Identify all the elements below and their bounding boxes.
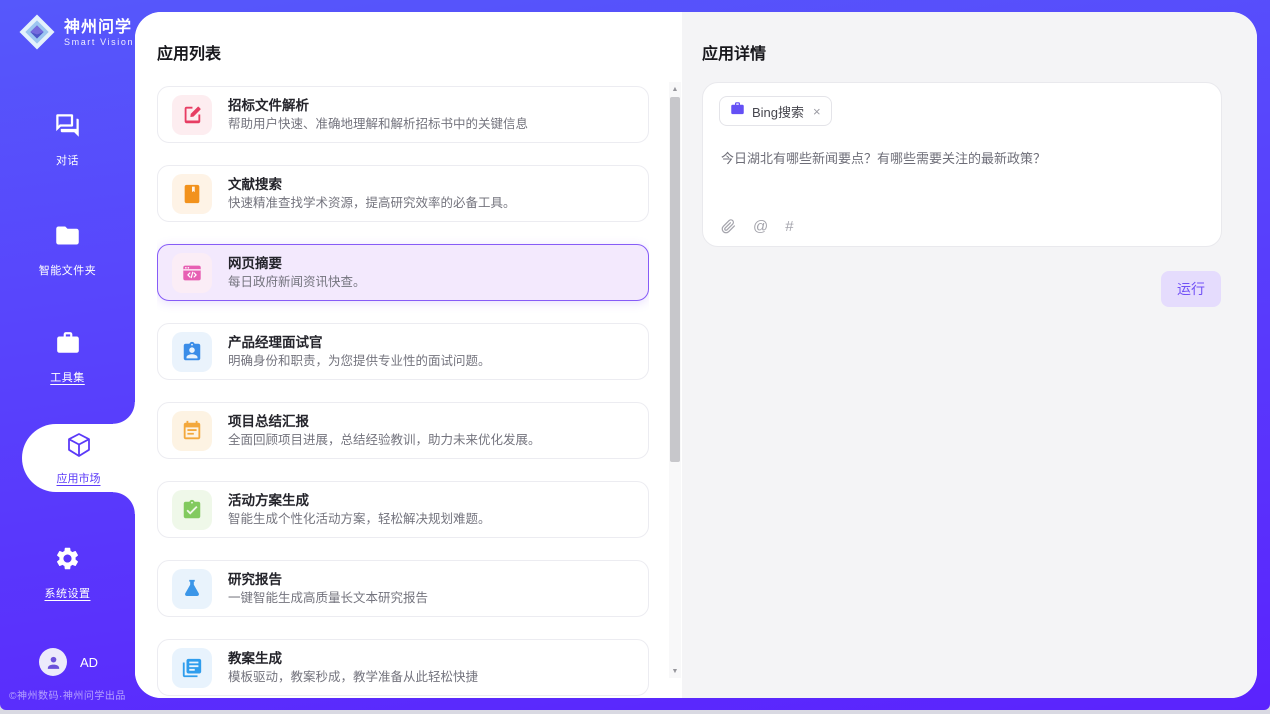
chat-icon — [54, 112, 81, 144]
cube-icon — [65, 431, 93, 464]
sidebar-item-label: 工具集 — [50, 369, 85, 385]
person-doc-icon — [172, 332, 212, 372]
app-card-description: 帮助用户快速、准确地理解和解析招标书中的关键信息 — [228, 117, 528, 131]
browser-code-icon — [172, 253, 212, 293]
app-card-description: 模板驱动，教案秒成，教学准备从此轻松快捷 — [228, 670, 478, 684]
app-card-title: 活动方案生成 — [228, 493, 491, 508]
paperclip-icon[interactable] — [721, 219, 736, 234]
logo-diamond-icon — [17, 12, 57, 52]
tool-tag-bing-search[interactable]: Bing搜索 × — [719, 96, 832, 126]
tag-close-icon[interactable]: × — [813, 104, 821, 119]
books-icon — [172, 648, 212, 688]
prompt-card: Bing搜索 × 今日湖北有哪些新闻要点？有哪些需要关注的最新政策？ @ # — [702, 82, 1222, 247]
app-card-title: 文献搜索 — [228, 177, 516, 192]
app-card[interactable]: 文献搜索快速精准查找学术资源，提高研究效率的必备工具。 — [157, 165, 649, 222]
logo: 神州问学 Smart Vision — [17, 12, 134, 52]
logo-title: 神州问学 — [64, 18, 134, 37]
app-card-description: 全面回顾项目进展，总结经验教训，助力未来优化发展。 — [228, 433, 541, 447]
sidebar-item-label: 对话 — [56, 152, 79, 168]
scroll-up-button[interactable]: ▲ — [669, 82, 681, 96]
app-card-title: 研究报告 — [228, 572, 428, 587]
app-frame: 神州问学 Smart Vision 对话智能文件夹工具集应用市场系统设置 AD … — [0, 0, 1270, 710]
app-card-description: 智能生成个性化活动方案，轻松解决规划难题。 — [228, 512, 491, 526]
app-card[interactable]: 教案生成模板驱动，教案秒成，教学准备从此轻松快捷 — [157, 639, 649, 696]
avatar — [39, 648, 67, 676]
clipboard-check-icon — [172, 490, 212, 530]
user-profile[interactable]: AD — [39, 648, 98, 676]
app-card[interactable]: 活动方案生成智能生成个性化活动方案，轻松解决规划难题。 — [157, 481, 649, 538]
mention-icon[interactable]: @ — [753, 219, 768, 234]
app-card-title: 产品经理面试官 — [228, 335, 491, 350]
app-detail-panel: 应用详情 Bing搜索 × 今日湖北有哪些新闻要点？有哪些需要关注的最新政策？ — [682, 12, 1257, 698]
app-card-description: 明确身份和职责，为您提供专业性的面试问题。 — [228, 354, 491, 368]
query-text[interactable]: 今日湖北有哪些新闻要点？有哪些需要关注的最新政策？ — [721, 149, 1203, 168]
sidebar-item-settings[interactable]: 系统设置 — [0, 545, 135, 601]
sidebar-footer: ©神州数码·神州问学出品 — [0, 687, 135, 702]
sidebar-item-chat[interactable]: 对话 — [0, 112, 135, 168]
app-detail-title: 应用详情 — [702, 40, 766, 64]
hash-icon[interactable]: # — [785, 219, 793, 234]
sidebar: 神州问学 Smart Vision 对话智能文件夹工具集应用市场系统设置 AD … — [0, 0, 135, 710]
briefcase-icon — [730, 101, 745, 121]
edit-doc-icon — [172, 95, 212, 135]
sidebar-item-label: 系统设置 — [45, 585, 91, 601]
flask-icon — [172, 569, 212, 609]
app-card[interactable]: 研究报告一键智能生成高质量长文本研究报告 — [157, 560, 649, 617]
user-name: AD — [80, 655, 98, 670]
app-card-title: 教案生成 — [228, 651, 478, 666]
attachment-toolbar: @ # — [721, 219, 794, 234]
app-card-description: 快速精准查找学术资源，提高研究效率的必备工具。 — [228, 196, 516, 210]
main-content: 应用列表 招标文件解析帮助用户快速、准确地理解和解析招标书中的关键信息文献搜索快… — [135, 12, 1257, 698]
scrollbar[interactable]: ▲ ▼ — [669, 82, 681, 678]
sidebar-item-label: 智能文件夹 — [39, 262, 97, 278]
app-card[interactable]: 招标文件解析帮助用户快速、准确地理解和解析招标书中的关键信息 — [157, 86, 649, 143]
app-card[interactable]: 产品经理面试官明确身份和职责，为您提供专业性的面试问题。 — [157, 323, 649, 380]
app-card-title: 项目总结汇报 — [228, 414, 541, 429]
book-icon — [172, 174, 212, 214]
logo-subtitle: Smart Vision — [64, 37, 134, 47]
app-list-title: 应用列表 — [157, 40, 221, 64]
scroll-down-button[interactable]: ▼ — [669, 664, 681, 678]
run-button[interactable]: 运行 — [1161, 271, 1221, 307]
app-card-title: 招标文件解析 — [228, 98, 528, 113]
app-card-description: 一键智能生成高质量长文本研究报告 — [228, 591, 428, 605]
app-list: 招标文件解析帮助用户快速、准确地理解和解析招标书中的关键信息文献搜索快速精准查找… — [157, 82, 649, 698]
app-list-panel: 应用列表 招标文件解析帮助用户快速、准确地理解和解析招标书中的关键信息文献搜索快… — [135, 12, 682, 698]
sidebar-item-folders[interactable]: 智能文件夹 — [0, 222, 135, 278]
tool-tag-label: Bing搜索 — [752, 102, 804, 121]
app-card-description: 每日政府新闻资讯快查。 — [228, 275, 366, 289]
app-card-title: 网页摘要 — [228, 256, 366, 271]
sidebar-item-tools[interactable]: 工具集 — [0, 330, 135, 385]
scrollbar-thumb[interactable] — [670, 97, 680, 462]
app-card[interactable]: 网页摘要每日政府新闻资讯快查。 — [157, 244, 649, 301]
folder-icon — [54, 222, 81, 254]
toolbox-icon — [55, 330, 81, 361]
calendar-note-icon — [172, 411, 212, 451]
gear-icon — [54, 545, 81, 577]
sidebar-item-market[interactable]: 应用市场 — [22, 424, 135, 492]
sidebar-item-label: 应用市场 — [57, 470, 101, 486]
app-card[interactable]: 项目总结汇报全面回顾项目进展，总结经验教训，助力未来优化发展。 — [157, 402, 649, 459]
